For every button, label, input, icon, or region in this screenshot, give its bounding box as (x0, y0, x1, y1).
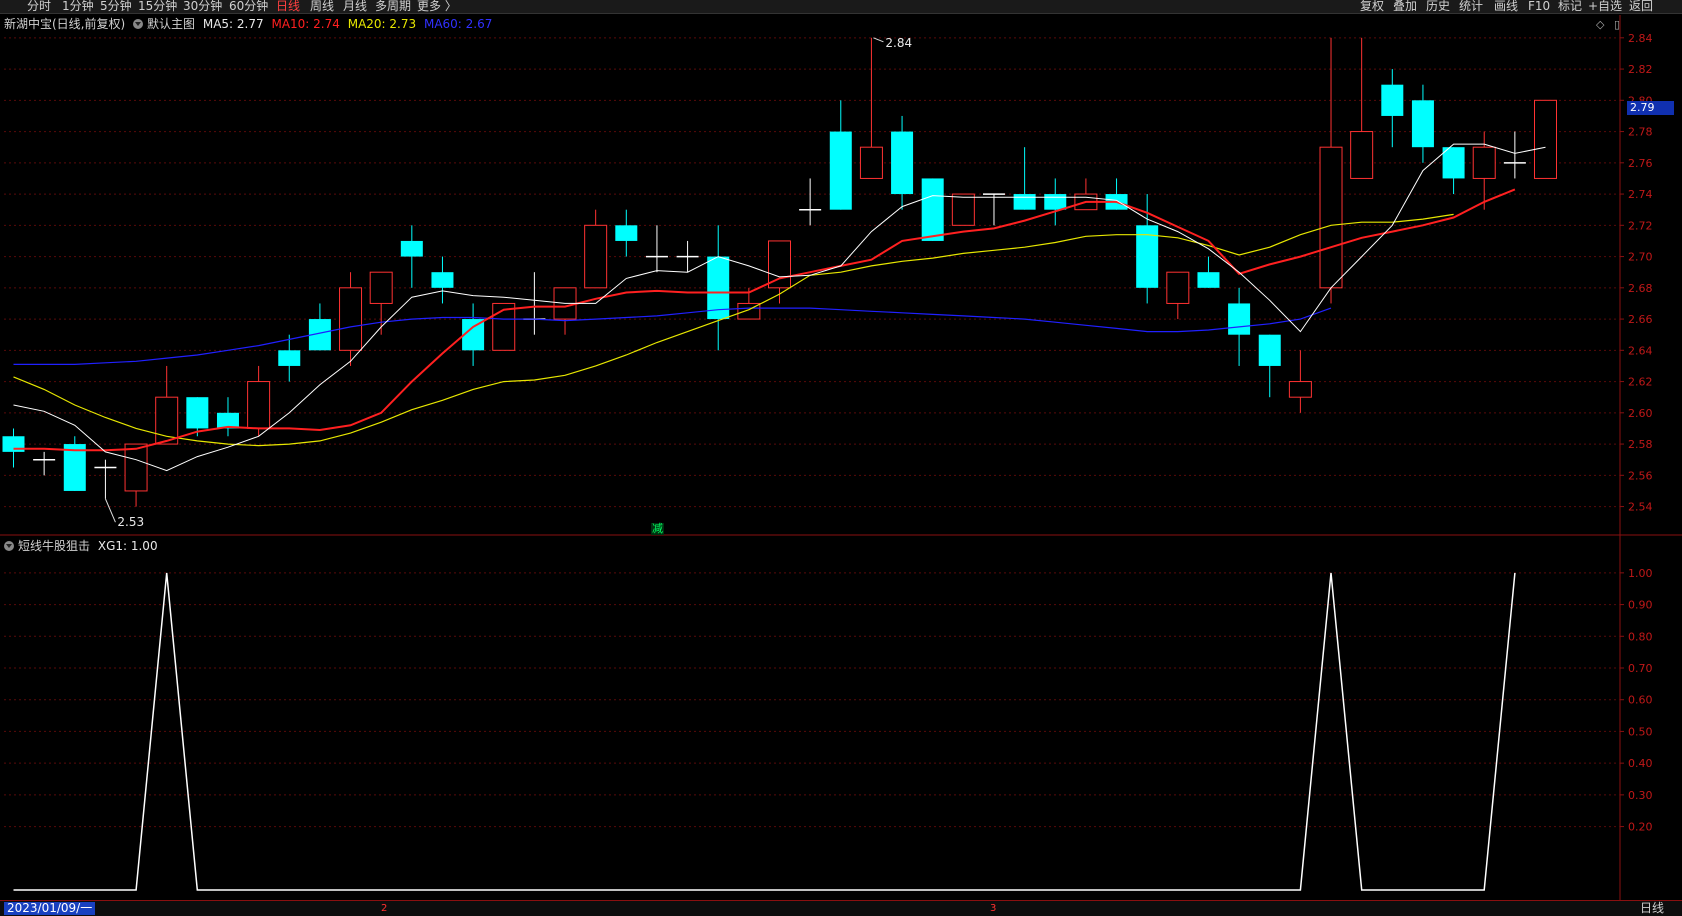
y-tick-label: 2.76 (1628, 157, 1653, 170)
indicator-dropdown-icon[interactable] (4, 541, 14, 551)
diamond-icon[interactable]: ◇ (1596, 18, 1604, 31)
candle-body (400, 240, 423, 257)
candle-body (247, 381, 271, 429)
candle-body (186, 397, 209, 429)
main-chart-title: 新湖中宝(日线,前复权) 默认主图 MA5: 2.77 MA10: 2.74 M… (4, 16, 492, 32)
candle-body (1013, 194, 1036, 210)
template-dropdown-icon[interactable] (133, 19, 144, 29)
candle-body (1350, 131, 1374, 179)
period-label: 日线 (1640, 901, 1665, 915)
candle-body (1472, 146, 1496, 179)
low-label: 2.53 (117, 515, 144, 529)
candle-body (921, 178, 944, 241)
candle-body (1442, 147, 1465, 179)
cursor-date-label: 2023/01/09/一 (4, 902, 96, 915)
current-price-tag: 2.79 (1627, 101, 1674, 115)
candle-body (951, 193, 975, 226)
candle-body (1288, 381, 1312, 398)
candle-body (1044, 194, 1067, 210)
candle-body (431, 272, 454, 288)
indicator-name[interactable]: 短线牛股狙击 (18, 539, 90, 553)
template-name[interactable]: 默认主图 (147, 17, 195, 31)
candle-body (768, 240, 791, 289)
y-tick-label: 2.60 (1628, 407, 1653, 420)
y-tick-label: 0.90 (1628, 599, 1653, 612)
y-tick-label: 2.74 (1628, 188, 1653, 201)
month-label: 2 (381, 903, 388, 914)
stock-name: 新湖中宝(日线,前复权) (4, 17, 126, 31)
ma10-line (13, 188, 1516, 452)
y-tick-label: 0.70 (1628, 662, 1653, 675)
candle-body (1381, 84, 1404, 116)
y-tick-label: 2.58 (1628, 438, 1653, 451)
y-tick-label: 2.64 (1628, 344, 1653, 357)
y-tick-label: 0.30 (1628, 789, 1653, 802)
y-tick-label: 2.84 (1628, 32, 1653, 45)
y-tick-label: 2.68 (1628, 282, 1653, 295)
y-tick-label: 1.00 (1628, 567, 1653, 580)
candle-body (1258, 334, 1281, 366)
y-tick-label: 0.20 (1628, 821, 1653, 834)
ma60-value: MA60: 2.67 (423, 17, 493, 31)
y-tick-label: 2.54 (1628, 501, 1653, 514)
y-tick-label: 0.60 (1628, 694, 1653, 707)
reduce-marker: 减 (651, 522, 664, 535)
y-tick-label: 2.62 (1628, 376, 1653, 389)
candle-body (615, 225, 638, 241)
candle-body (829, 131, 852, 210)
y-tick-label: 0.40 (1628, 757, 1653, 770)
candle-body (1411, 100, 1434, 148)
candle-body (584, 224, 608, 289)
candle-body (1166, 271, 1190, 304)
y-tick-label: 2.66 (1628, 313, 1653, 326)
ma5-value: MA5: 2.77 (202, 17, 264, 31)
high-pointer (873, 37, 884, 43)
y-tick-label: 2.72 (1628, 219, 1653, 232)
y-tick-label: 2.82 (1628, 63, 1653, 76)
y-tick-label: 0.50 (1628, 725, 1653, 738)
candle-body (1319, 146, 1343, 289)
y-tick-label: 2.70 (1628, 251, 1653, 264)
candle-body (369, 271, 393, 304)
stock-chart[interactable]: 2.842.822.802.782.762.742.722.702.682.66… (0, 0, 1682, 915)
low-pointer (104, 498, 116, 523)
indicator-value: XG1: 1.00 (97, 539, 158, 553)
candle-body (1197, 272, 1220, 288)
candles (2, 37, 1557, 507)
candle-body (339, 287, 363, 351)
candle-body (891, 131, 914, 195)
high-label: 2.84 (885, 36, 912, 50)
ma20-value: MA20: 2.73 (347, 17, 417, 31)
candle-body (124, 443, 148, 492)
indicator-title: 短线牛股狙击 XG1: 1.00 (4, 538, 158, 554)
y-tick-label: 0.80 (1628, 630, 1653, 643)
y-tick-label: 2.56 (1628, 469, 1653, 482)
y-tick-label: 2.78 (1628, 126, 1653, 139)
candle-body (1228, 303, 1251, 335)
ma10-value: MA10: 2.74 (271, 17, 340, 31)
window-toggle-icon[interactable]: ▯ (1614, 18, 1620, 31)
ma5-line (13, 143, 1546, 472)
ma60-line (13, 307, 1332, 365)
time-axis-bar: 2023/01/09/一 2 3 日线 (0, 900, 1682, 916)
candle-body (859, 146, 883, 179)
candle-body (1534, 99, 1557, 179)
candle-body (278, 350, 301, 366)
month-label: 3 (990, 903, 997, 914)
